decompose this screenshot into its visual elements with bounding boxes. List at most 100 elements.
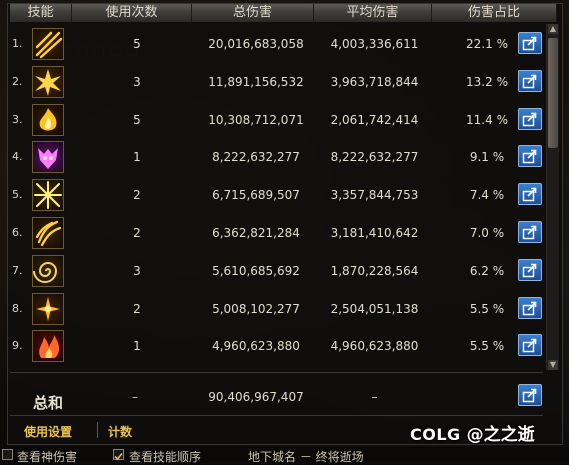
skill-row: 6. 2 6,362,821,284 3,181,410,642 7.0 % <box>12 215 544 251</box>
share-button[interactable] <box>518 221 542 243</box>
share-icon <box>522 36 537 51</box>
total-damage: 20,016,683,058 <box>208 37 304 51</box>
share-button[interactable] <box>518 69 542 92</box>
option1-label: 查看神伤害 <box>17 450 78 464</box>
golden-flame-skill-icon <box>32 103 64 136</box>
use-count: 1 <box>133 150 141 165</box>
rank-number: 5. <box>12 188 23 202</box>
table-header: 技能 使用次数 总伤害 平均伤害 伤害占比 <box>10 4 557 22</box>
average-damage: 3,181,410,642 <box>330 226 419 240</box>
skill-row: 2. 3 11,891,156,532 3,963,718,844 13.2 % <box>12 64 544 100</box>
divider <box>10 372 543 373</box>
total-uses: – <box>132 390 138 404</box>
use-count: 2 <box>133 188 141 203</box>
total-label: 总和 <box>33 394 64 412</box>
header-total: 总伤害 <box>192 4 314 22</box>
golden-claw-skill-icon <box>32 217 64 249</box>
average-damage: 4,960,623,880 <box>330 339 419 354</box>
use-count: 3 <box>133 263 141 278</box>
damage-percent: 22.1 % <box>466 37 508 51</box>
total-avg: – <box>371 390 378 404</box>
skill-damage-list: 1. 5 20,016,683,058 4,003,336,611 22.1 %… <box>12 26 544 368</box>
rank-number: 8. <box>12 301 23 315</box>
damage-percent: 7.4 % <box>469 188 505 203</box>
usage-settings-tab[interactable]: 使用设置 <box>24 423 72 440</box>
total-damage: 10,308,712,071 <box>208 112 304 127</box>
scroll-down-arrow-icon[interactable]: ▼ <box>548 360 558 370</box>
skill-row: 8. 2 5,008,102,277 2,504,051,138 5.5 % <box>12 291 544 327</box>
skill-row: 3. 5 10,308,712,071 2,061,742,414 11.4 % <box>12 102 544 138</box>
rank-number: 1. <box>12 37 23 50</box>
share-button[interactable] <box>518 32 542 54</box>
rank-number: 3. <box>12 112 23 126</box>
damage-percent: 9.1 % <box>469 150 505 165</box>
use-count: 2 <box>133 226 141 240</box>
rank-number: 9. <box>12 339 23 353</box>
count-tab[interactable]: 计数 <box>108 423 132 440</box>
header-skill: 技能 <box>10 4 72 22</box>
average-damage: 1,870,228,564 <box>330 263 419 278</box>
option2-label: 查看技能顺序 <box>129 450 202 464</box>
share-icon <box>522 225 537 240</box>
damage-percent: 13.2 % <box>466 74 508 89</box>
scroll-up-arrow-icon[interactable]: ▲ <box>548 24 558 34</box>
divider <box>10 415 543 416</box>
damage-percent: 6.2 % <box>469 263 505 278</box>
average-damage: 3,963,718,844 <box>330 74 419 89</box>
golden-spikes-skill-icon <box>32 292 64 325</box>
total-damage: 6,715,689,507 <box>212 188 300 203</box>
share-button[interactable] <box>518 183 542 206</box>
use-count: 1 <box>133 339 141 354</box>
check-icon <box>114 452 123 461</box>
lightning-cross-skill-icon <box>32 179 64 212</box>
total-share-button[interactable] <box>518 384 542 406</box>
damage-percent: 11.4 % <box>466 112 508 127</box>
bottom-options-bar: 查看神伤害 查看技能顺序 地下城名 － 终将逝场 <box>0 447 569 464</box>
divider <box>97 422 98 438</box>
share-button[interactable] <box>518 145 542 168</box>
skill-row: 9. 1 4,960,623,880 4,960,623,880 5.5 % <box>12 328 544 364</box>
use-count: 3 <box>133 74 141 89</box>
average-damage: 2,504,051,138 <box>330 301 419 316</box>
rank-number: 2. <box>12 74 23 88</box>
rank-number: 7. <box>12 263 23 277</box>
average-damage: 8,222,632,277 <box>330 150 419 165</box>
option1-checkbox[interactable] <box>2 449 13 460</box>
damage-percent: 5.5 % <box>469 301 505 316</box>
scrollbar[interactable]: ▲ ▼ <box>546 24 559 370</box>
purple-demon-skill-icon <box>32 141 64 174</box>
damage-percent: 5.5 % <box>469 339 505 354</box>
golden-swirl-skill-icon <box>32 254 64 287</box>
rank-number: 6. <box>12 226 23 239</box>
total-damage: 5,008,102,277 <box>212 301 300 316</box>
total-row: 总和 – 90,406,967,407 – <box>10 378 544 414</box>
scrollbar-thumb[interactable] <box>548 38 558 148</box>
total-damage: 4,960,623,880 <box>212 339 300 354</box>
use-count: 2 <box>133 301 141 316</box>
share-icon <box>522 112 537 126</box>
rank-number: 4. <box>12 150 23 164</box>
skill-row: 5. 2 6,715,689,507 3,357,844,753 7.4 % <box>12 177 544 213</box>
total-damage: 5,610,685,692 <box>212 263 300 278</box>
share-icon <box>522 187 537 202</box>
share-button[interactable] <box>518 258 542 281</box>
share-button[interactable] <box>518 334 542 357</box>
golden-slash-skill-icon <box>32 28 64 60</box>
red-fire-skill-icon <box>32 330 64 363</box>
share-icon <box>522 150 537 164</box>
average-damage: 3,357,844,753 <box>330 188 419 203</box>
total-damage: 6,362,821,284 <box>212 226 300 240</box>
option2-checkbox[interactable] <box>113 449 124 461</box>
share-icon <box>522 301 537 315</box>
share-button[interactable] <box>518 107 542 130</box>
header-pct: 伤害占比 <box>432 4 557 22</box>
share-button[interactable] <box>518 296 542 319</box>
total-damage: 11,891,156,532 <box>208 74 304 89</box>
share-icon <box>522 339 537 353</box>
watermark-user: @之之逝 <box>466 425 535 445</box>
watermark: COLG @之之逝 <box>410 420 535 445</box>
dungeon-name: 地下城名 － 终将逝场 <box>248 450 364 464</box>
use-count: 5 <box>133 112 141 127</box>
total-damage-sum: 90,406,967,407 <box>208 390 304 404</box>
header-uses: 使用次数 <box>72 4 192 22</box>
